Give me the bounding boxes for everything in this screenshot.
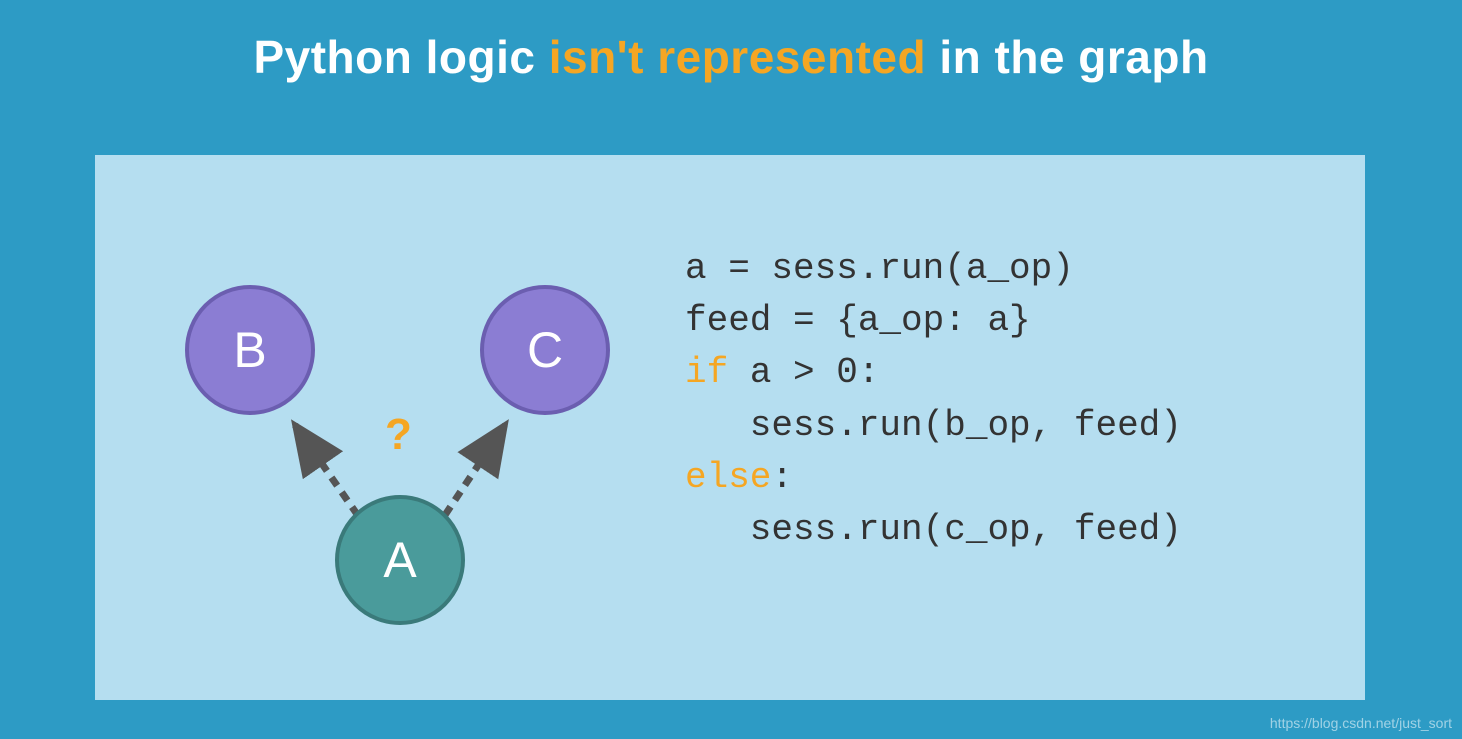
watermark: https://blog.csdn.net/just_sort <box>1270 715 1452 731</box>
node-c: C <box>480 285 610 415</box>
title-part1: Python logic <box>253 31 548 83</box>
code-keyword-else: else <box>685 457 771 498</box>
graph-diagram: B C A ? <box>135 215 655 645</box>
code-keyword-if: if <box>685 352 728 393</box>
code-block: a = sess.run(a_op) feed = {a_op: a} if a… <box>685 243 1182 556</box>
node-b-label: B <box>233 321 266 379</box>
code-line-4: sess.run(b_op, feed) <box>685 405 1182 446</box>
code-line-6: sess.run(c_op, feed) <box>685 509 1182 550</box>
node-c-label: C <box>527 321 563 379</box>
code-line-3-rest: a > 0: <box>728 352 879 393</box>
title-part2: in the graph <box>926 31 1209 83</box>
content-panel: B C A ? a = sess.run(a_op) feed = {a_op:… <box>95 155 1365 700</box>
node-a-label: A <box>383 531 416 589</box>
slide-title: Python logic isn't represented in the gr… <box>0 0 1462 84</box>
node-b: B <box>185 285 315 415</box>
code-line-2: feed = {a_op: a} <box>685 300 1031 341</box>
title-highlight: isn't represented <box>549 31 926 83</box>
code-line-5-rest: : <box>771 457 793 498</box>
code-line-1: a = sess.run(a_op) <box>685 248 1074 289</box>
node-a: A <box>335 495 465 625</box>
question-mark: ? <box>385 410 412 460</box>
